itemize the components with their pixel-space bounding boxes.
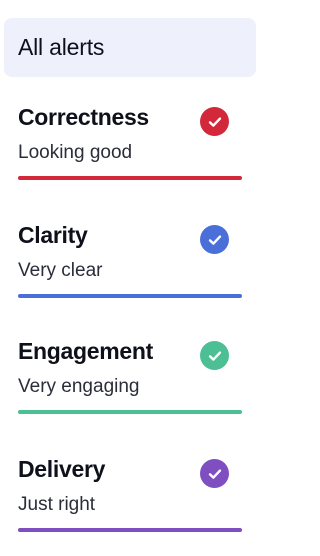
- category-title: Correctness: [18, 104, 149, 130]
- check-circle-icon: [200, 225, 229, 254]
- all-alerts-button[interactable]: All alerts: [4, 18, 256, 77]
- category-title: Delivery: [18, 456, 106, 482]
- all-alerts-label: All alerts: [18, 34, 105, 60]
- category-underline: [18, 410, 242, 414]
- check-circle-icon: [200, 341, 229, 370]
- category-status: Looking good: [18, 142, 133, 163]
- category-title: Engagement: [18, 338, 154, 364]
- category-card-correctness[interactable]: Correctness Looking good: [0, 104, 260, 216]
- alerts-sidebar: All alerts Correctness Looking good Clar…: [0, 0, 294, 556]
- check-circle-icon: [200, 459, 229, 488]
- check-circle-icon: [200, 107, 229, 136]
- category-underline: [18, 294, 242, 298]
- category-title: Clarity: [18, 222, 88, 248]
- category-card-clarity[interactable]: Clarity Very clear: [0, 222, 260, 334]
- category-status: Very clear: [18, 260, 103, 281]
- category-underline: [18, 528, 242, 532]
- category-status: Very engaging: [18, 376, 140, 397]
- category-card-delivery[interactable]: Delivery Just right: [0, 456, 260, 556]
- category-underline: [18, 176, 242, 180]
- category-card-engagement[interactable]: Engagement Very engaging: [0, 338, 260, 450]
- category-status: Just right: [18, 494, 96, 515]
